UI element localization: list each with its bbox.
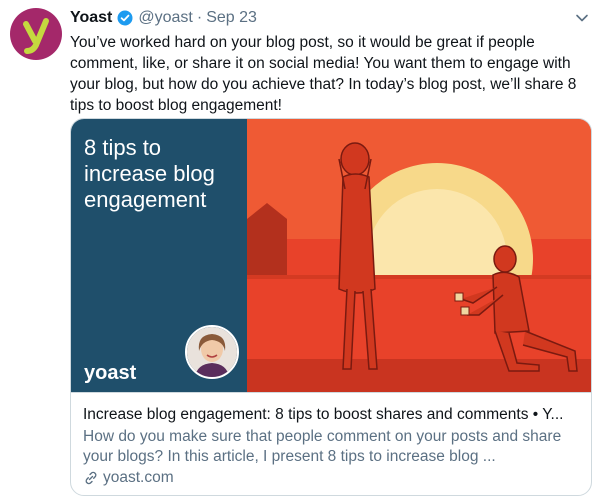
card-domain-label: yoast.com xyxy=(103,469,174,486)
card-title[interactable]: Increase blog engagement: 8 tips to boos… xyxy=(83,405,579,425)
author-handle[interactable]: @yoast xyxy=(138,9,192,27)
image-text-panel: 8 tips to increase blog engagement yoast xyxy=(71,119,247,392)
card-body[interactable]: Increase blog engagement: 8 tips to boos… xyxy=(71,392,591,495)
avatar[interactable] xyxy=(10,8,62,60)
verified-badge-icon xyxy=(117,10,133,26)
author-name[interactable]: Yoast xyxy=(70,9,112,27)
card-domain[interactable]: yoast.com xyxy=(83,468,579,488)
card-image[interactable]: 8 tips to increase blog engagement yoast xyxy=(71,119,591,392)
tweet-text: You’ve worked hard on your blog post, so… xyxy=(70,34,577,114)
author-photo xyxy=(185,325,239,379)
yoast-logo-icon xyxy=(23,18,49,54)
chevron-down-icon[interactable] xyxy=(574,10,590,26)
link-card[interactable]: 8 tips to increase blog engagement yoast xyxy=(70,118,592,496)
image-logo-text: yoast xyxy=(84,362,137,384)
card-description: How do you make sure that people comment… xyxy=(83,428,562,465)
image-headline: 8 tips to increase blog engagement xyxy=(84,135,215,212)
tweet-header: Yoast @yoast · Sep 23 xyxy=(70,8,257,28)
tweet-date[interactable]: Sep 23 xyxy=(206,9,257,27)
tweet[interactable]: Yoast @yoast · Sep 23 You’ve worked hard… xyxy=(0,0,600,504)
link-icon xyxy=(85,471,97,485)
proposal-illustration xyxy=(247,119,591,392)
separator: · xyxy=(196,9,203,26)
